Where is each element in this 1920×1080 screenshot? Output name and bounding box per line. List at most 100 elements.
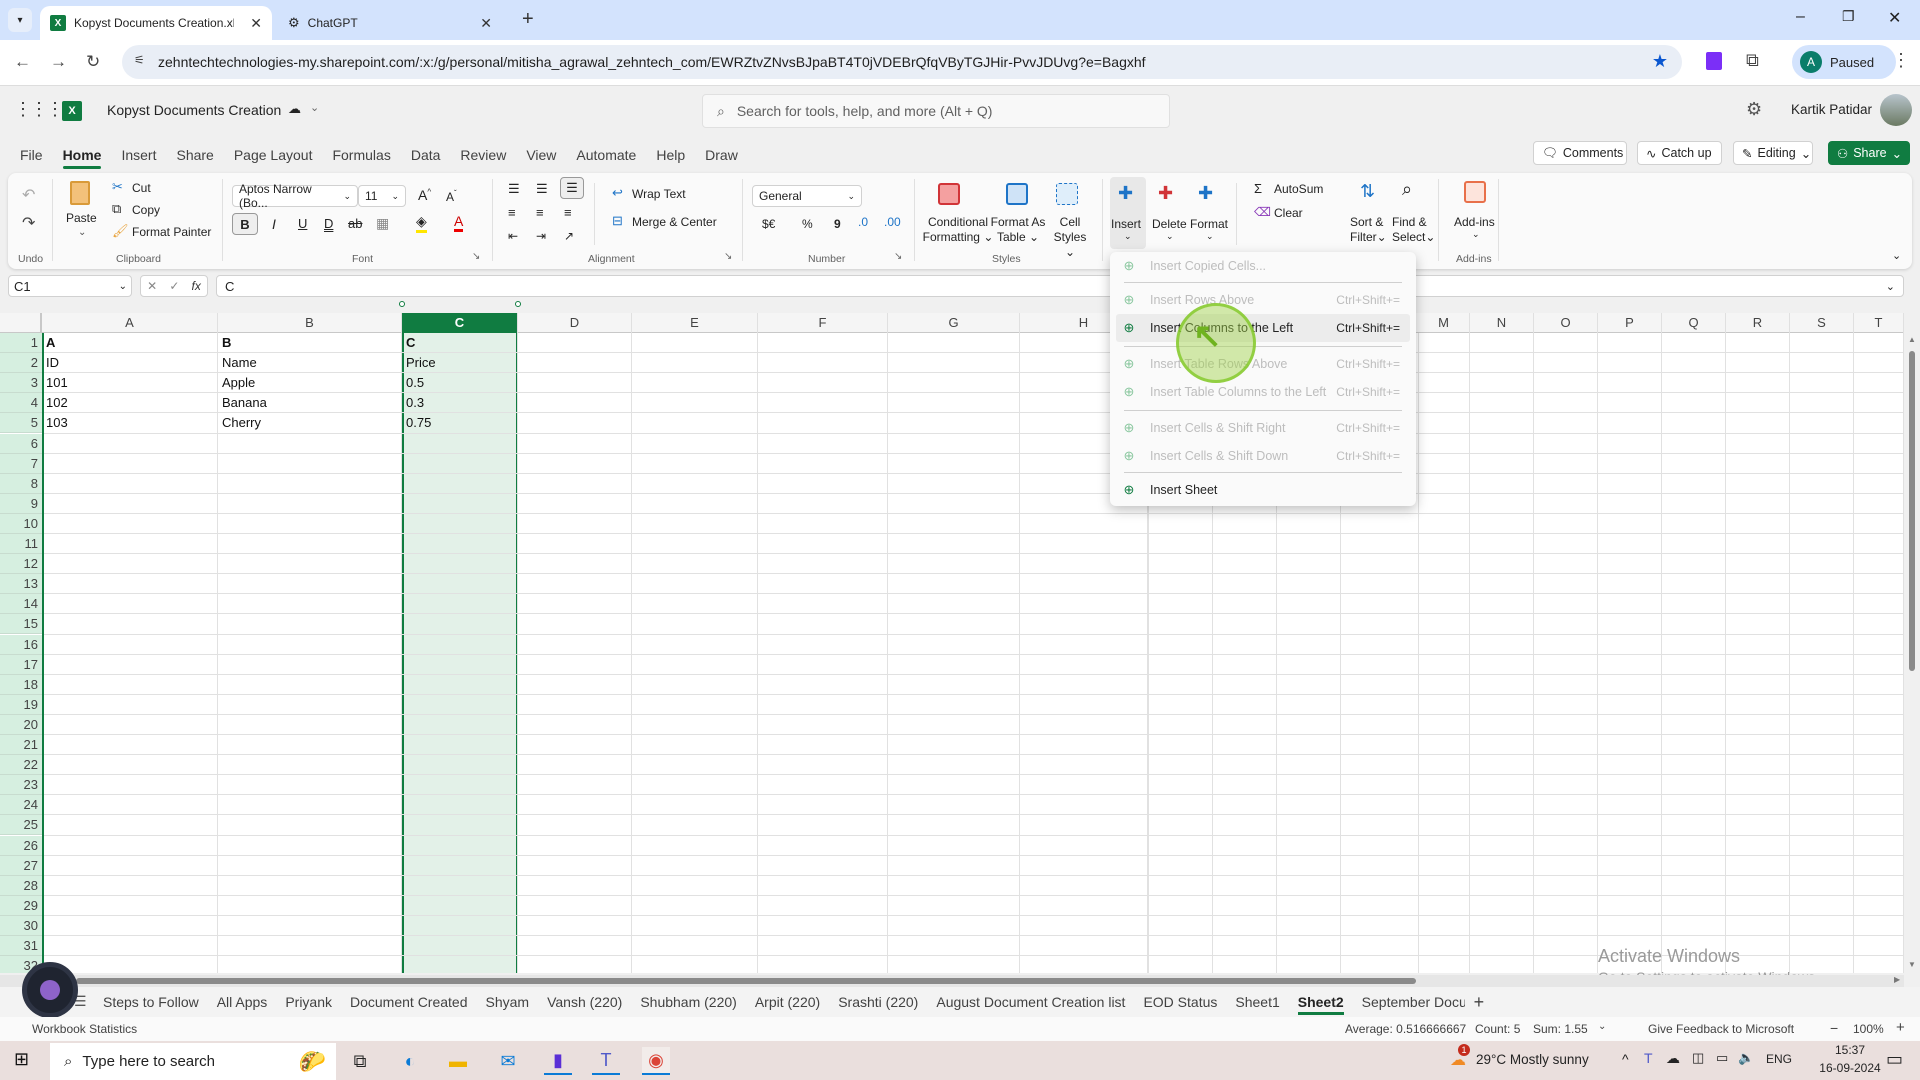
sheet-tab[interactable]: Vansh (220) <box>538 987 631 1017</box>
task-view-icon[interactable]: ⧉ <box>346 1047 374 1075</box>
increase-decimal-icon[interactable]: .0 <box>858 215 868 229</box>
sheet-tab[interactable]: August Document Creation list <box>927 987 1134 1017</box>
borders-icon[interactable]: ▦ <box>376 215 389 232</box>
row-header[interactable]: 1 <box>0 333 42 353</box>
menu-item-insert-copied-cells[interactable]: ⊕ Insert Copied Cells... <box>1116 252 1410 280</box>
row-header[interactable]: 21 <box>0 735 42 755</box>
tab-formulas[interactable]: Formulas <box>322 137 400 173</box>
percent-format-button[interactable]: % <box>802 217 813 231</box>
row-header[interactable]: 3 <box>0 373 42 394</box>
number-format-dropdown[interactable]: General ⌄ <box>752 185 862 207</box>
column-header-e[interactable]: E <box>632 313 758 333</box>
chevron-down-icon[interactable]: ⌄ <box>1598 1021 1606 1032</box>
decrease-indent-icon[interactable]: ⇤ <box>508 229 518 243</box>
tab-kopyst[interactable]: X Kopyst Documents Creation.xlsx ✕ <box>40 6 272 40</box>
row-header[interactable]: 12 <box>0 554 42 575</box>
clock-date[interactable]: 16-09-2024 <box>1812 1061 1888 1075</box>
expand-formula-icon[interactable]: ⌄ <box>1886 280 1895 293</box>
tab-page-layout[interactable]: Page Layout <box>224 137 323 173</box>
row-header[interactable]: 31 <box>0 936 42 956</box>
undo-icon[interactable]: ↶ <box>22 185 35 205</box>
cut-button[interactable]: Cut <box>132 181 151 195</box>
feedback-link[interactable]: Give Feedback to Microsoft <box>1648 1022 1794 1036</box>
tab-chatgpt[interactable]: ⚙ ChatGPT ✕ <box>278 6 502 40</box>
row-header[interactable]: 26 <box>0 835 42 856</box>
bookmark-star-icon[interactable]: ★ <box>1652 51 1668 72</box>
catch-up-button[interactable]: ∿ Catch up <box>1637 141 1722 165</box>
zoom-in-button[interactable]: + <box>1896 1019 1905 1036</box>
underline-button[interactable]: U <box>298 216 307 231</box>
file-explorer-icon[interactable]: ▬ <box>444 1047 472 1075</box>
reload-icon[interactable]: ↻ <box>86 52 100 72</box>
align-right-icon[interactable]: ≡ <box>564 205 572 220</box>
comments-button[interactable]: 🗨 Comments <box>1533 141 1627 165</box>
sheet-tab-active[interactable]: Sheet2 <box>1289 987 1353 1017</box>
column-header-p[interactable]: P <box>1598 313 1662 333</box>
dialog-launcher-icon[interactable]: ↘ <box>472 251 480 262</box>
column-header-m[interactable]: M <box>1418 313 1470 333</box>
name-box[interactable]: C1 ⌄ <box>8 275 132 297</box>
cell-c5[interactable]: 0.75 <box>404 413 431 433</box>
extension-icon[interactable] <box>1706 52 1722 70</box>
font-color-icon[interactable]: A <box>454 213 464 232</box>
windows-start-icon[interactable]: ⊞ <box>14 1049 29 1070</box>
sheet-tab[interactable]: Priyank <box>276 987 341 1017</box>
cell-a4[interactable]: 102 <box>44 393 68 413</box>
row-header[interactable]: 27 <box>0 855 42 876</box>
chevron-down-icon[interactable]: ⌄ <box>1472 229 1480 240</box>
add-sheet-button[interactable]: + <box>1465 987 1494 1017</box>
back-icon[interactable]: ← <box>14 52 31 72</box>
sheet-tab[interactable]: EOD Status <box>1134 987 1226 1017</box>
middle-align-icon[interactable]: ☰ <box>536 181 548 197</box>
row-header[interactable]: 4 <box>0 393 42 414</box>
camera-icon[interactable]: ◫ <box>1692 1050 1704 1066</box>
forward-icon[interactable]: → <box>50 52 67 72</box>
close-window-icon[interactable]: ✕ <box>1888 8 1901 28</box>
column-header-b[interactable]: B <box>218 313 402 333</box>
sheet-tab[interactable]: Sheet1 <box>1226 987 1288 1017</box>
row-header[interactable]: 19 <box>0 694 42 715</box>
italic-button[interactable]: I <box>272 216 276 232</box>
menu-item-insert-cells-shift-down[interactable]: ⊕ Insert Cells & Shift Down Ctrl+Shift+= <box>1116 442 1410 470</box>
sheet-tab[interactable]: Shubham (220) <box>631 987 746 1017</box>
restore-icon[interactable]: ❐ <box>1842 8 1855 25</box>
decrease-font-icon[interactable]: Aˇ <box>446 189 457 204</box>
share-button[interactable]: ⚇ Share ⌄ <box>1828 141 1910 165</box>
collapse-ribbon-icon[interactable]: ⌄ <box>1892 249 1901 262</box>
row-header[interactable]: 17 <box>0 654 42 675</box>
zoom-out-button[interactable]: − <box>1830 1020 1838 1036</box>
site-settings-icon[interactable]: ⚟ <box>134 53 145 67</box>
cancel-icon[interactable]: ✕ <box>147 279 157 293</box>
tab-draw[interactable]: Draw <box>695 137 748 173</box>
increase-font-icon[interactable]: A^ <box>418 187 431 203</box>
column-header-n[interactable]: N <box>1470 313 1534 333</box>
column-resize-handle[interactable] <box>399 301 405 307</box>
zoom-level[interactable]: 100% <box>1853 1022 1884 1036</box>
column-header-t[interactable]: T <box>1854 313 1904 333</box>
chrome-icon[interactable]: ◉ <box>642 1047 670 1075</box>
tab-automate[interactable]: Automate <box>566 137 646 173</box>
column-header-s[interactable]: S <box>1790 313 1854 333</box>
browser-menu-icon[interactable]: ⋮ <box>1892 50 1910 71</box>
network-icon[interactable]: ▭ <box>1716 1050 1728 1066</box>
show-hidden-icons[interactable]: ^ <box>1622 1051 1629 1067</box>
column-resize-handle[interactable] <box>515 301 521 307</box>
profile-button[interactable]: A Paused <box>1792 45 1896 79</box>
tab-help[interactable]: Help <box>646 137 695 173</box>
sheet-tab[interactable]: Srashti (220) <box>829 987 927 1017</box>
bottom-align-icon[interactable]: ☰ <box>560 177 584 199</box>
user-avatar[interactable] <box>1880 94 1912 126</box>
column-header-r[interactable]: R <box>1726 313 1790 333</box>
menu-item-insert-table-columns-left[interactable]: ⊕ Insert Table Columns to the Left Ctrl+Sh… <box>1116 378 1410 406</box>
menu-item-insert-sheet[interactable]: ⊕ Insert Sheet <box>1116 476 1410 504</box>
language-indicator[interactable]: ENG <box>1766 1052 1792 1066</box>
taskbar-search[interactable]: ⌕ Type here to search 🌮 <box>50 1043 336 1080</box>
menu-item-insert-cells-shift-right[interactable]: ⊕ Insert Cells & Shift Right Ctrl+Shift+= <box>1116 414 1410 442</box>
row-header[interactable]: 24 <box>0 795 42 816</box>
cell-b1[interactable]: B <box>220 333 231 353</box>
column-header-d[interactable]: D <box>518 313 632 333</box>
row-header[interactable]: 14 <box>0 594 42 615</box>
tab-file[interactable]: File <box>10 137 53 173</box>
cell-a3[interactable]: 101 <box>44 373 68 393</box>
row-header[interactable]: 22 <box>0 755 42 776</box>
